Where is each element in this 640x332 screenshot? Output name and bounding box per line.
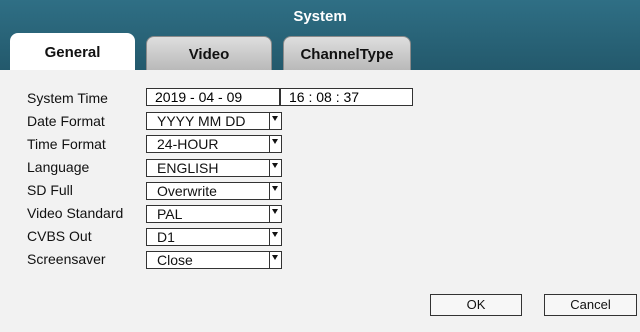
tab-video[interactable]: Video xyxy=(146,36,272,70)
language-value: ENGLISH xyxy=(157,160,219,176)
time-format-label: Time Format xyxy=(27,136,106,152)
language-label: Language xyxy=(27,159,90,175)
chevron-down-icon[interactable] xyxy=(269,229,281,245)
sd-full-select[interactable]: Overwrite xyxy=(146,182,282,200)
sd-full-label: SD Full xyxy=(27,182,73,198)
screensaver-select[interactable]: Close xyxy=(146,251,282,269)
system-window: System General Video ChannelType System … xyxy=(0,0,640,332)
title-bar: System General Video ChannelType xyxy=(0,0,640,70)
video-standard-label: Video Standard xyxy=(27,205,124,221)
time-format-select[interactable]: 24-HOUR xyxy=(146,135,282,153)
chevron-down-icon[interactable] xyxy=(269,206,281,222)
language-select[interactable]: ENGLISH xyxy=(146,159,282,177)
chevron-down-icon[interactable] xyxy=(269,183,281,199)
screensaver-value: Close xyxy=(157,252,193,268)
chevron-down-icon[interactable] xyxy=(269,252,281,268)
cvbs-out-value: D1 xyxy=(157,229,175,245)
window-title: System xyxy=(293,8,347,25)
date-format-select[interactable]: YYYY MM DD xyxy=(146,112,282,130)
video-standard-value: PAL xyxy=(157,206,183,222)
system-date-input[interactable]: 2019 - 04 - 09 xyxy=(146,88,280,106)
system-time-label: System Time xyxy=(27,90,108,106)
tab-general[interactable]: General xyxy=(10,33,135,70)
chevron-down-icon[interactable] xyxy=(269,113,281,129)
chevron-down-icon[interactable] xyxy=(269,136,281,152)
general-panel xyxy=(0,70,640,332)
system-time-input[interactable]: 16 : 08 : 37 xyxy=(280,88,413,106)
date-format-value: YYYY MM DD xyxy=(157,113,246,129)
date-format-label: Date Format xyxy=(27,113,105,129)
cvbs-out-label: CVBS Out xyxy=(27,228,92,244)
screensaver-label: Screensaver xyxy=(27,251,106,267)
tab-channeltype[interactable]: ChannelType xyxy=(283,36,411,70)
cvbs-out-select[interactable]: D1 xyxy=(146,228,282,246)
video-standard-select[interactable]: PAL xyxy=(146,205,282,223)
sd-full-value: Overwrite xyxy=(157,183,217,199)
ok-button[interactable]: OK xyxy=(430,294,522,316)
cancel-button[interactable]: Cancel xyxy=(544,294,637,316)
chevron-down-icon[interactable] xyxy=(269,160,281,176)
time-format-value: 24-HOUR xyxy=(157,136,219,152)
